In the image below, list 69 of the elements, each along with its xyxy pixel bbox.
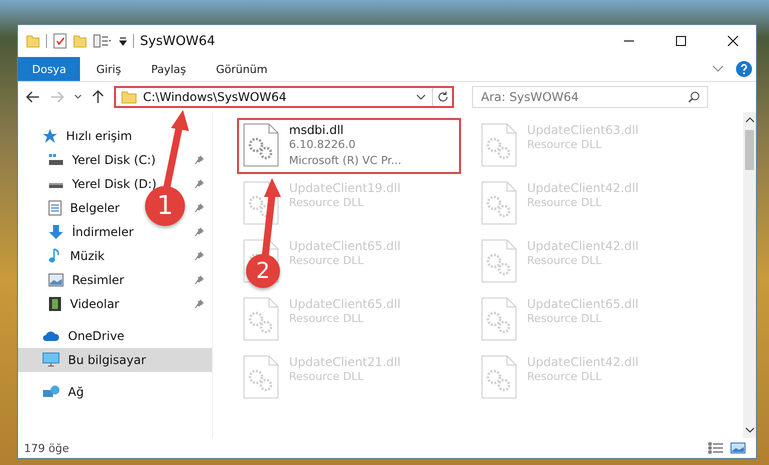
network-icon	[42, 384, 60, 400]
sidebar-item[interactable]: Resimler	[72, 273, 124, 287]
cloud-icon	[42, 330, 60, 342]
sidebar-item[interactable]: OneDrive	[68, 329, 124, 343]
pin-icon	[194, 203, 204, 213]
scrollbar-thumb[interactable]	[745, 130, 754, 170]
scroll-down-icon[interactable]	[744, 426, 754, 434]
chevron-down-icon[interactable]	[416, 94, 426, 100]
selected-row-highlight[interactable]: Bu bilgisayar	[18, 348, 212, 372]
sidebar-item[interactable]: İndirmeler	[72, 225, 134, 239]
pin-icon	[194, 227, 204, 237]
file-detail: 6.10.8226.0	[289, 137, 356, 153]
checklist-icon	[53, 33, 67, 49]
properties-icon	[93, 34, 113, 48]
up-arrow-icon[interactable]	[92, 90, 104, 104]
file-detail: Microsoft (R) VC Pr...	[289, 153, 402, 169]
gear-file-icon	[243, 123, 279, 167]
star-icon	[42, 128, 58, 144]
gear-file-icon	[481, 239, 517, 283]
pin-icon	[194, 251, 204, 261]
drive-icon	[48, 153, 64, 167]
sidebar-item[interactable]: Videolar	[70, 297, 120, 311]
music-note-icon	[48, 248, 62, 264]
details-view-icon[interactable]	[708, 442, 724, 454]
pin-icon	[194, 275, 204, 285]
pin-icon	[194, 155, 204, 165]
film-icon	[48, 296, 62, 312]
scrollbar[interactable]	[743, 112, 756, 438]
back-arrow-icon[interactable]	[26, 91, 40, 103]
folder-icon	[121, 90, 137, 104]
window-title: SysWOW64	[140, 34, 216, 48]
sidebar-item[interactable]: Bu bilgisayar	[68, 353, 146, 367]
folder-icon	[26, 34, 40, 48]
refresh-icon	[436, 91, 448, 103]
sidebar-item[interactable]: Müzik	[70, 249, 105, 263]
gear-file-icon	[481, 297, 517, 341]
large-icons-view-icon[interactable]	[730, 442, 746, 454]
gear-file-icon	[481, 123, 517, 167]
sidebar-item[interactable]: Hızlı erişim	[66, 129, 132, 143]
pin-icon	[194, 179, 204, 189]
sidebar-item[interactable]: Belgeler	[70, 201, 120, 215]
maximize-icon	[675, 35, 687, 47]
ribbon-tab[interactable]: Dosya	[18, 57, 80, 81]
ribbon-tab[interactable]: Görünüm	[202, 57, 282, 81]
monitor-icon	[42, 352, 60, 368]
ribbon-tab[interactable]: Giriş	[82, 57, 136, 81]
document-icon	[48, 200, 62, 216]
address-bar[interactable]: C:\Windows\SysWOW64	[114, 86, 454, 108]
sidebar-item[interactable]: Ağ	[68, 385, 84, 399]
close-icon	[727, 35, 739, 47]
gear-file-icon	[481, 355, 517, 399]
chevron-down-icon[interactable]	[74, 94, 82, 100]
gear-file-icon	[243, 355, 279, 399]
file-name[interactable]: msdbi.dll	[289, 123, 402, 137]
folder-icon	[73, 34, 87, 48]
download-arrow-icon	[48, 224, 64, 240]
gear-file-icon	[481, 181, 517, 225]
scroll-up-icon[interactable]	[744, 116, 754, 124]
pin-icon	[194, 299, 204, 309]
item-count: 179 öğe	[24, 442, 69, 454]
sidebar-item[interactable]: Yerel Disk (C:)	[72, 153, 156, 167]
ribbon-tab[interactable]: Paylaş	[137, 57, 200, 81]
search-field[interactable]: Ara: SysWOW64	[472, 86, 708, 108]
dropdown-icon[interactable]	[119, 36, 127, 46]
address-path: C:\Windows\SysWOW64	[143, 90, 286, 104]
search-icon[interactable]	[688, 91, 700, 103]
picture-icon	[48, 273, 64, 287]
gear-file-icon	[243, 297, 279, 341]
help-icon[interactable]	[736, 61, 752, 77]
